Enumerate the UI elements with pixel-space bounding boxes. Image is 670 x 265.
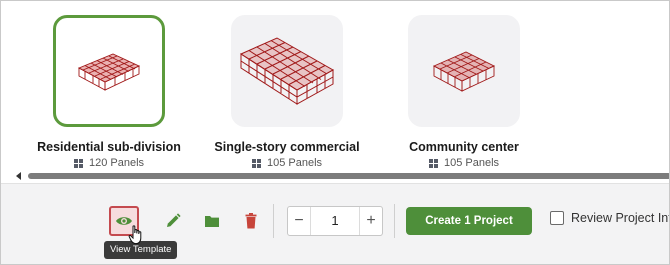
- template-panel-count: 105 Panels: [389, 157, 539, 169]
- panels-grid-icon: [73, 158, 83, 168]
- action-toolbar: − 1 + Create 1 Project Review Project In…: [1, 183, 669, 264]
- template-panel-count: 120 Panels: [34, 157, 184, 169]
- increment-button[interactable]: +: [359, 207, 382, 235]
- panels-grid-icon: [251, 158, 261, 168]
- template-card-single-story[interactable]: Single-story commercial 105 Panels: [212, 15, 362, 169]
- template-card-community-center[interactable]: Community center 105 Panels: [389, 15, 539, 169]
- template-thumbnail[interactable]: [231, 15, 343, 127]
- create-project-button[interactable]: Create 1 Project: [406, 207, 532, 235]
- quantity-input[interactable]: 1: [311, 207, 359, 235]
- quantity-stepper[interactable]: − 1 +: [287, 206, 383, 236]
- delete-template-button[interactable]: [236, 206, 266, 236]
- folder-icon: [205, 216, 219, 227]
- template-picker: Residential sub-division 120 Panels Sing…: [0, 0, 670, 265]
- template-thumbnail[interactable]: [53, 15, 165, 127]
- decrement-button[interactable]: −: [288, 207, 311, 235]
- panel-count-text: 105 Panels: [266, 157, 323, 169]
- horizontal-scrollbar[interactable]: [28, 173, 669, 179]
- building-model-icon: [239, 37, 335, 105]
- template-card-residential[interactable]: Residential sub-division 120 Panels: [34, 15, 184, 169]
- panel-count-text: 105 Panels: [443, 157, 500, 169]
- open-folder-button[interactable]: [197, 206, 227, 236]
- toolbar-divider: [394, 204, 395, 238]
- template-name: Single-story commercial: [214, 140, 360, 154]
- pencil-icon: [167, 213, 181, 227]
- edit-template-button[interactable]: [158, 206, 188, 236]
- trash-icon: [245, 213, 257, 229]
- panel-count-text: 120 Panels: [88, 157, 145, 169]
- toolbar-divider: [273, 204, 274, 238]
- template-thumbnail[interactable]: [408, 15, 520, 127]
- template-name: Residential sub-division: [37, 140, 181, 154]
- review-checkbox[interactable]: [550, 211, 564, 225]
- template-name: Community center: [409, 140, 519, 154]
- template-gallery: Residential sub-division 120 Panels Sing…: [1, 1, 669, 183]
- scroll-left-arrow-icon[interactable]: [16, 172, 21, 180]
- review-project-info-toggle[interactable]: Review Project Info: [550, 211, 669, 225]
- building-model-icon: [77, 53, 141, 91]
- panels-grid-icon: [428, 158, 438, 168]
- cursor-hand-icon: [128, 225, 142, 245]
- building-model-icon: [432, 51, 496, 92]
- review-checkbox-label[interactable]: Review Project Info: [571, 211, 669, 225]
- template-panel-count: 105 Panels: [212, 157, 362, 169]
